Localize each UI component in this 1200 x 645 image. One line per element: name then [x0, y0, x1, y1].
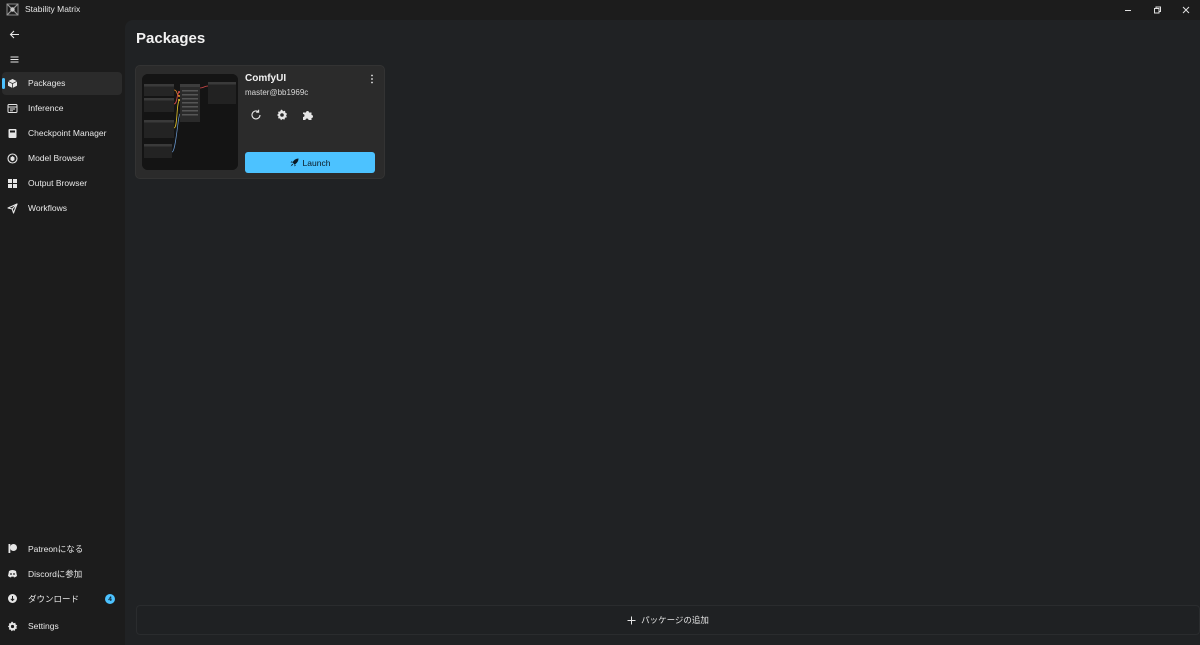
package-name: ComfyUI — [245, 73, 287, 84]
add-package-button[interactable]: パッケージの追加 — [136, 605, 1200, 635]
nav-item-label: Inference — [28, 103, 64, 113]
title-bar: Stability Matrix — [0, 0, 1200, 20]
workflows-icon — [7, 203, 18, 214]
menu-toggle-button[interactable] — [6, 51, 22, 67]
minimize-button[interactable] — [1114, 0, 1142, 20]
nav-item-label: Checkpoint Manager — [28, 128, 107, 138]
minimize-icon — [1125, 10, 1131, 11]
gear-icon — [7, 621, 18, 632]
back-arrow-icon — [9, 30, 19, 38]
package-icon — [7, 78, 18, 89]
launch-button[interactable]: Launch — [245, 152, 375, 173]
checkpoint-icon — [7, 128, 18, 139]
download-count-badge: 4 — [105, 594, 115, 604]
main-content: Packages ComfyUI master@bb1969c Launch パ… — [125, 20, 1200, 645]
nav-item-label: Settings — [28, 621, 59, 631]
nav-item-downloads[interactable]: ダウンロード 4 — [2, 587, 122, 610]
nav-item-label: Output Browser — [28, 178, 88, 188]
nav-item-label: Model Browser — [28, 153, 85, 163]
more-options-button[interactable] — [366, 72, 378, 86]
puzzle-icon — [303, 111, 313, 120]
more-vertical-icon — [371, 74, 373, 84]
gear-icon — [277, 109, 288, 121]
selection-indicator — [2, 78, 5, 89]
launch-label: Launch — [302, 157, 331, 168]
download-icon — [7, 593, 18, 604]
nav-item-checkpoint-manager[interactable]: Checkpoint Manager — [2, 122, 122, 145]
nav-item-label: Patreonになる — [28, 544, 84, 554]
plus-icon — [627, 616, 636, 624]
extensions-button[interactable] — [298, 106, 318, 124]
patreon-icon — [7, 543, 18, 554]
nav-item-label: Workflows — [28, 203, 68, 213]
hamburger-icon — [10, 56, 18, 62]
package-card: ComfyUI master@bb1969c Launch — [135, 65, 385, 179]
nav-item-inference[interactable]: Inference — [2, 97, 122, 120]
discord-icon — [7, 568, 18, 579]
sidebar: Packages Inference Checkpoint Manager Mo… — [0, 20, 125, 645]
nav-item-settings[interactable]: Settings — [2, 615, 122, 638]
nav-item-workflows[interactable]: Workflows — [2, 197, 122, 220]
restore-icon — [1154, 6, 1161, 14]
refresh-icon — [251, 109, 261, 120]
app-title: Stability Matrix — [25, 4, 81, 14]
close-icon — [1182, 6, 1190, 14]
package-settings-button[interactable] — [272, 106, 292, 124]
nav-item-label: Discordに参加 — [28, 569, 83, 579]
model-browser-icon — [7, 153, 18, 164]
update-button[interactable] — [246, 106, 266, 124]
package-thumbnail — [142, 74, 238, 170]
nav-item-patreon[interactable]: Patreonになる — [2, 537, 122, 560]
page-title: Packages — [136, 30, 206, 47]
inference-icon — [7, 103, 18, 114]
close-button[interactable] — [1172, 0, 1200, 20]
add-package-label: パッケージの追加 — [641, 615, 709, 625]
nav-item-label: Packages — [28, 78, 66, 88]
nav-item-packages[interactable]: Packages — [2, 72, 122, 95]
nav-item-model-browser[interactable]: Model Browser — [2, 147, 122, 170]
package-version: master@bb1969c — [245, 88, 309, 97]
rocket-icon — [290, 158, 299, 167]
restore-button[interactable] — [1143, 0, 1171, 20]
nav-item-discord[interactable]: Discordに参加 — [2, 562, 122, 585]
back-button[interactable] — [6, 26, 22, 42]
nav-item-label: ダウンロード — [28, 594, 80, 604]
nav-item-output-browser[interactable]: Output Browser — [2, 172, 122, 195]
app-logo-icon — [6, 3, 19, 16]
output-browser-icon — [7, 178, 18, 189]
